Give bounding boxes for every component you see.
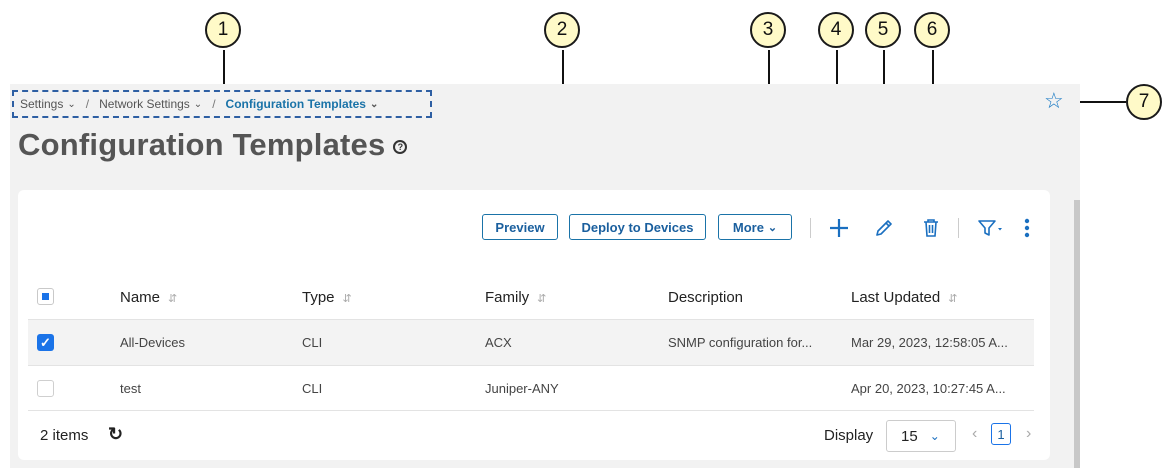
star-icon[interactable]: ☆ (1044, 90, 1064, 112)
breadcrumb: Settings ⌄ / Network Settings ⌄ / Configur… (12, 90, 432, 118)
breadcrumb-item-configuration-templates[interactable]: Configuration Templates ⌄ (226, 97, 379, 111)
plus-icon[interactable] (826, 214, 852, 242)
toolbar-divider (810, 218, 811, 238)
chevron-right-icon[interactable]: › (1026, 425, 1031, 443)
cell-name: All-Devices (120, 335, 186, 350)
sort-icon: ⇵ (537, 293, 547, 305)
callout-1: 1 (205, 12, 241, 48)
column-header-description[interactable]: Description (668, 289, 743, 306)
chevron-down-icon: ⌄ (369, 98, 379, 110)
chevron-left-icon[interactable]: ‹ (972, 425, 977, 443)
chevron-down-icon: ⌄ (67, 98, 76, 110)
sort-icon: ⇵ (948, 293, 958, 305)
trash-icon[interactable] (920, 214, 942, 242)
callout-4: 4 (818, 12, 854, 48)
row-divider (28, 365, 1034, 366)
column-header-last-updated[interactable]: Last Updated ⇵ (851, 289, 957, 306)
help-icon[interactable]: ? (393, 140, 408, 154)
cell-type: CLI (302, 335, 323, 350)
chevron-down-icon: ⌄ (929, 429, 940, 443)
more-button[interactable]: More ⌄ (718, 214, 792, 240)
callout-7: 7 (1126, 84, 1162, 120)
preview-button[interactable]: Preview (482, 214, 558, 240)
chevron-down-icon: ⌄ (193, 98, 203, 110)
cell-name: test (120, 381, 141, 396)
chevron-down-icon: ⌄ (767, 221, 778, 234)
row-divider (28, 410, 1034, 411)
page-title: Configuration Templates (18, 127, 386, 162)
refresh-icon[interactable]: ↻ (108, 424, 123, 445)
cell-family: ACX (485, 335, 512, 350)
row-checkbox[interactable]: ✓ (37, 334, 54, 351)
sort-icon: ⇵ (342, 293, 352, 305)
page-size-select[interactable]: 15 ⌄ (886, 420, 956, 452)
row-checkbox[interactable] (37, 380, 54, 397)
cell-type: CLI (302, 381, 323, 396)
kebab-icon[interactable] (1020, 214, 1034, 242)
current-page-button[interactable]: 1 (991, 423, 1011, 445)
callout-5: 5 (865, 12, 901, 48)
toolbar-divider (958, 218, 959, 238)
more-button-label: More (732, 219, 764, 235)
column-header-family[interactable]: Family ⇵ (485, 289, 546, 306)
pencil-icon[interactable] (872, 214, 896, 242)
deploy-to-devices-button[interactable]: Deploy to Devices (569, 214, 706, 240)
page-title-wrap: Configuration Templates ? (18, 127, 408, 163)
item-count: 2 items (40, 427, 89, 444)
select-all-checkbox[interactable] (37, 288, 54, 305)
cell-description: SNMP configuration for... (668, 335, 813, 350)
cell-last-updated: Mar 29, 2023, 12:58:05 A... (851, 335, 1008, 350)
breadcrumb-item-network-settings[interactable]: Network Settings ⌄ (99, 97, 202, 111)
scrollbar[interactable] (1074, 200, 1080, 468)
page-size-value: 15 (901, 427, 918, 445)
breadcrumb-separator: / (212, 97, 216, 111)
column-header-name[interactable]: Name ⇵ (120, 289, 177, 306)
callout-3: 3 (750, 12, 786, 48)
filter-icon[interactable] (976, 214, 1006, 242)
breadcrumb-item-settings[interactable]: Settings ⌄ (20, 97, 76, 111)
display-label: Display (824, 427, 874, 444)
breadcrumb-separator: / (85, 97, 90, 111)
cell-family: Juniper-ANY (485, 381, 559, 396)
column-header-type[interactable]: Type ⇵ (302, 289, 352, 306)
cell-last-updated: Apr 20, 2023, 10:27:45 A... (851, 381, 1006, 396)
sort-icon: ⇵ (168, 293, 178, 305)
callout-6: 6 (914, 12, 950, 48)
callout-2: 2 (544, 12, 580, 48)
